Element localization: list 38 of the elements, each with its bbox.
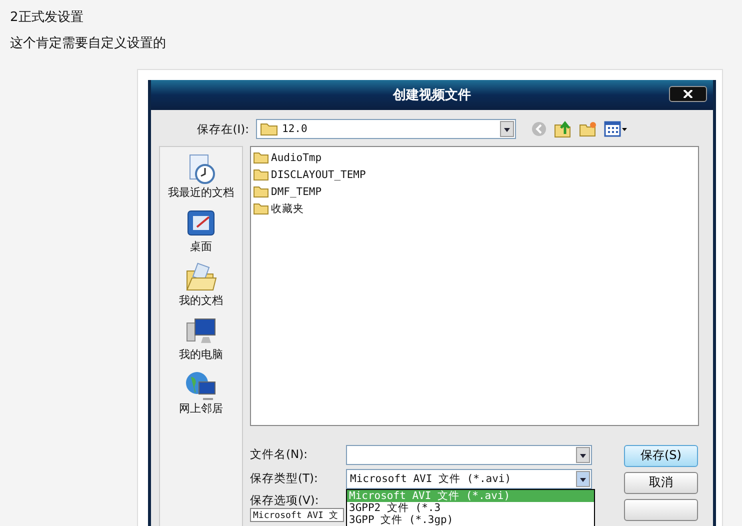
back-icon[interactable]: [531, 121, 547, 137]
body-text: 这个肯定需要自定义设置的: [10, 35, 166, 52]
places-item[interactable]: 网上邻居: [179, 369, 223, 416]
dialog-button[interactable]: 取消: [624, 472, 698, 494]
folder-item[interactable]: DISCLAYOUT_TEMP: [253, 166, 696, 183]
save-options-label: 保存选项(V):: [250, 492, 320, 508]
window-title: 创建视频文件: [393, 86, 471, 104]
folder-item[interactable]: 收藏夹: [253, 200, 696, 217]
folder-icon: [253, 168, 269, 181]
section-heading: 2正式发设置: [10, 9, 84, 26]
close-icon: [683, 90, 693, 98]
folder-icon: [253, 151, 269, 164]
places-item[interactable]: 我最近的文档: [168, 153, 234, 200]
folder-icon: [260, 122, 278, 136]
file-name-field[interactable]: [346, 444, 592, 464]
up-folder-icon[interactable]: [554, 120, 572, 138]
network-globe-icon: [185, 369, 217, 401]
folder-icon: [253, 202, 269, 215]
folder-item[interactable]: AudioTmp: [253, 149, 696, 166]
new-folder-icon[interactable]: [579, 121, 597, 137]
save-options-field[interactable]: Microsoft AVI 文: [250, 508, 344, 522]
file-type-option[interactable]: 3GPP2 文件 (*.3: [347, 502, 594, 514]
places-item[interactable]: 我的电脑: [179, 315, 223, 362]
close-button[interactable]: [669, 86, 707, 102]
dialog-button[interactable]: 保存(S): [624, 444, 698, 466]
view-menu-icon[interactable]: [604, 121, 628, 137]
folder-item[interactable]: DMF_TEMP: [253, 183, 696, 200]
file-type-option[interactable]: 3GPP 文件 (*.3gp): [347, 514, 594, 526]
folder-icon: [253, 185, 269, 198]
file-name-label: 文件名(N):: [250, 447, 308, 462]
places-item[interactable]: 桌面: [185, 207, 217, 254]
file-type-dropdown[interactable]: Microsoft AVI 文件 (*.avi): [346, 468, 592, 488]
dialog-button[interactable]: [624, 498, 698, 520]
save-in-label: 保存在(I):: [196, 122, 249, 136]
location-dropdown[interactable]: 12.0: [256, 119, 516, 139]
places-item[interactable]: 我的文档: [179, 261, 223, 308]
open-folder-icon: [185, 261, 217, 293]
file-type-label: 保存类型(T):: [250, 471, 319, 486]
